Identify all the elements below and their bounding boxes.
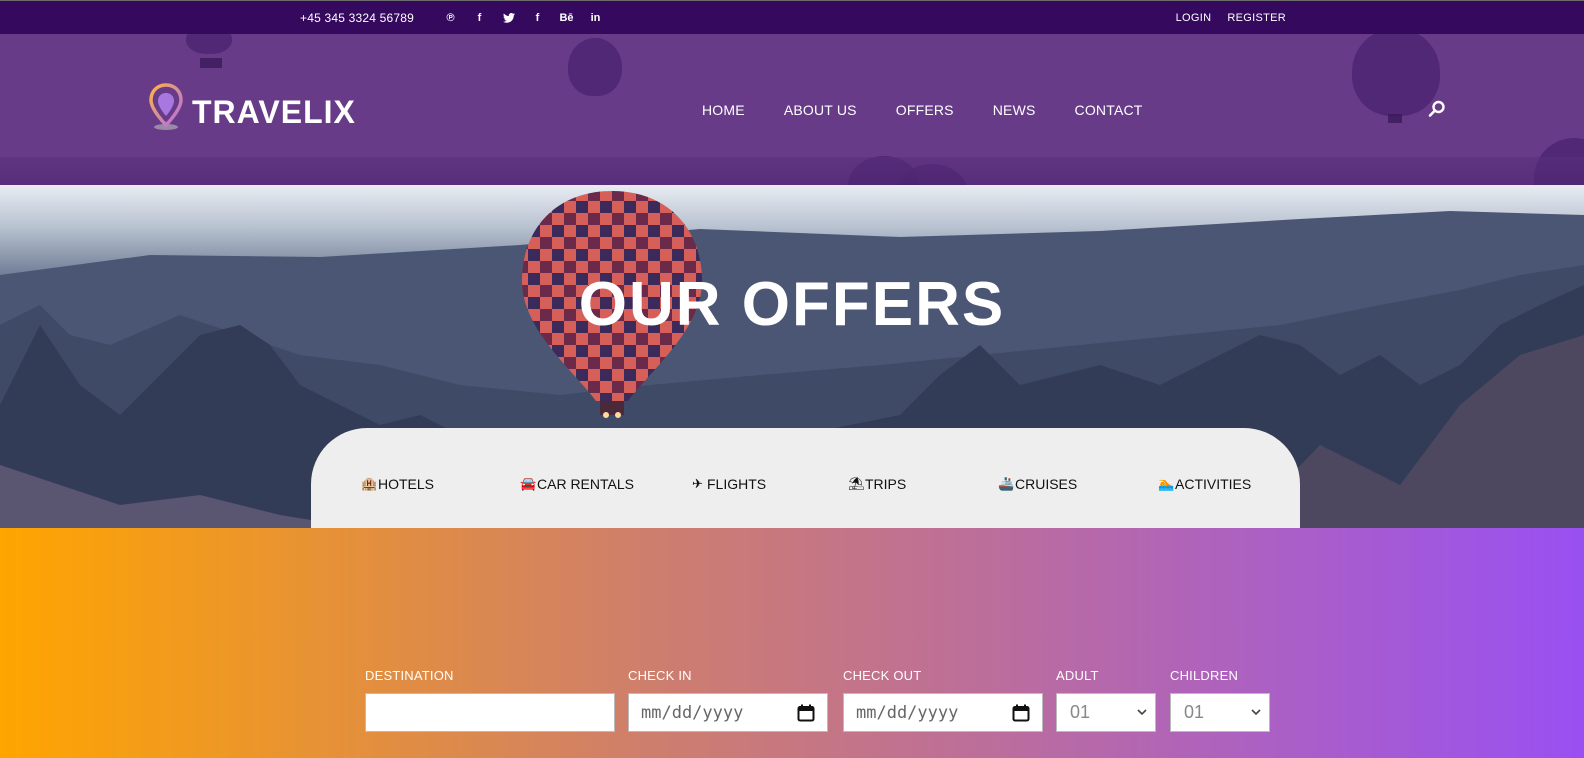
chevron-down-icon [1137,707,1147,719]
tab-label: FLIGHTS [707,476,767,492]
tab-cruises[interactable]: 🚢 CRUISES [998,476,1077,492]
tab-label: CAR RENTALS [537,476,634,492]
login-link[interactable]: LOGIN [1176,12,1212,24]
check-out-placeholder: mm/dd/yyyy [856,702,959,723]
children-value: 01 [1184,702,1205,722]
tab-label: HOTELS [378,476,435,492]
tab-trips[interactable]: ⛱ TRIPS [848,476,906,492]
chevron-down-icon [1251,707,1261,719]
logo-text: TRAVELIX [192,94,356,130]
calendar-icon[interactable] [1012,704,1030,722]
check-in-input[interactable]: mm/dd/yyyy [628,693,828,732]
pinterest-icon[interactable]: ℗ [436,9,465,27]
check-out-label: CHECK OUT [843,668,922,683]
behance-icon[interactable]: Bē [552,9,581,27]
top-bar: +45 345 3324 56789 ℗ f f Bē in LOGIN REG… [0,0,1584,34]
linkedin-icon[interactable]: in [581,9,610,27]
facebook-icon[interactable]: f [465,9,494,27]
children-select[interactable]: 01 [1170,693,1270,732]
search-panel: DESTINATION CHECK IN mm/dd/yyyy CHECK OU… [0,528,1584,758]
auth-links: LOGIN REGISTER [1176,12,1286,24]
balloon-decoration [186,34,232,54]
tab-car-rentals[interactable]: 🚘 CAR RENTALS [520,476,634,492]
site-header: TRAVELIX HOME ABOUT US OFFERS NEWS CONTA… [0,34,1584,185]
balloon-decoration [1352,34,1440,116]
adult-value: 01 [1070,702,1091,722]
tab-label: ACTIVITIES [1175,476,1252,492]
phone-number: +45 345 3324 56789 [300,11,415,25]
check-out-input[interactable]: mm/dd/yyyy [843,693,1043,732]
hotel-icon: 🏨 [361,476,378,491]
ship-icon: 🚢 [998,476,1015,491]
balloon-decoration [568,38,622,96]
hills-decoration [0,157,1584,185]
twitter-icon[interactable] [494,9,523,27]
tab-activities[interactable]: 🏊 ACTIVITIES [1158,476,1251,492]
page-title: OUR OFFERS [578,270,1006,339]
tab-label: CRUISES [1015,476,1078,492]
balloon-basket-decoration [200,58,222,68]
check-in-label: CHECK IN [628,668,692,683]
search-icon[interactable] [1428,100,1446,118]
adult-select[interactable]: 01 [1056,693,1156,732]
beach-icon: ⛱ [848,476,865,491]
adult-label: ADULT [1056,668,1099,683]
car-icon: 🚘 [520,476,537,491]
nav-news[interactable]: NEWS [993,102,1036,118]
nav-contact[interactable]: CONTACT [1075,102,1143,118]
main-nav: HOME ABOUT US OFFERS NEWS CONTACT [702,102,1143,118]
booking-tabs: 🏨 HOTELS 🚘 CAR RENTALS ✈ FLIGHTS ⛱ TRIPS… [311,428,1300,528]
balloon-basket-decoration [1388,114,1402,123]
nav-home[interactable]: HOME [702,102,745,118]
tab-flights[interactable]: ✈ FLIGHTS [690,476,766,492]
destination-input[interactable] [365,693,615,732]
nav-about-us[interactable]: ABOUT US [784,102,857,118]
nav-offers[interactable]: OFFERS [896,102,954,118]
calendar-icon[interactable] [797,704,815,722]
children-label: CHILDREN [1170,668,1239,683]
register-link[interactable]: REGISTER [1227,12,1286,24]
tab-hotels[interactable]: 🏨 HOTELS [361,476,434,492]
plane-icon: ✈ [692,476,703,491]
location-pin-icon [148,82,184,131]
tab-label: TRIPS [865,476,907,492]
facebook-icon-2[interactable]: f [523,9,552,27]
check-in-placeholder: mm/dd/yyyy [641,702,744,723]
social-links: ℗ f f Bē in [436,9,610,27]
site-logo[interactable]: TRAVELIX [148,82,356,131]
destination-label: DESTINATION [365,668,454,683]
swim-icon: 🏊 [1158,476,1175,491]
